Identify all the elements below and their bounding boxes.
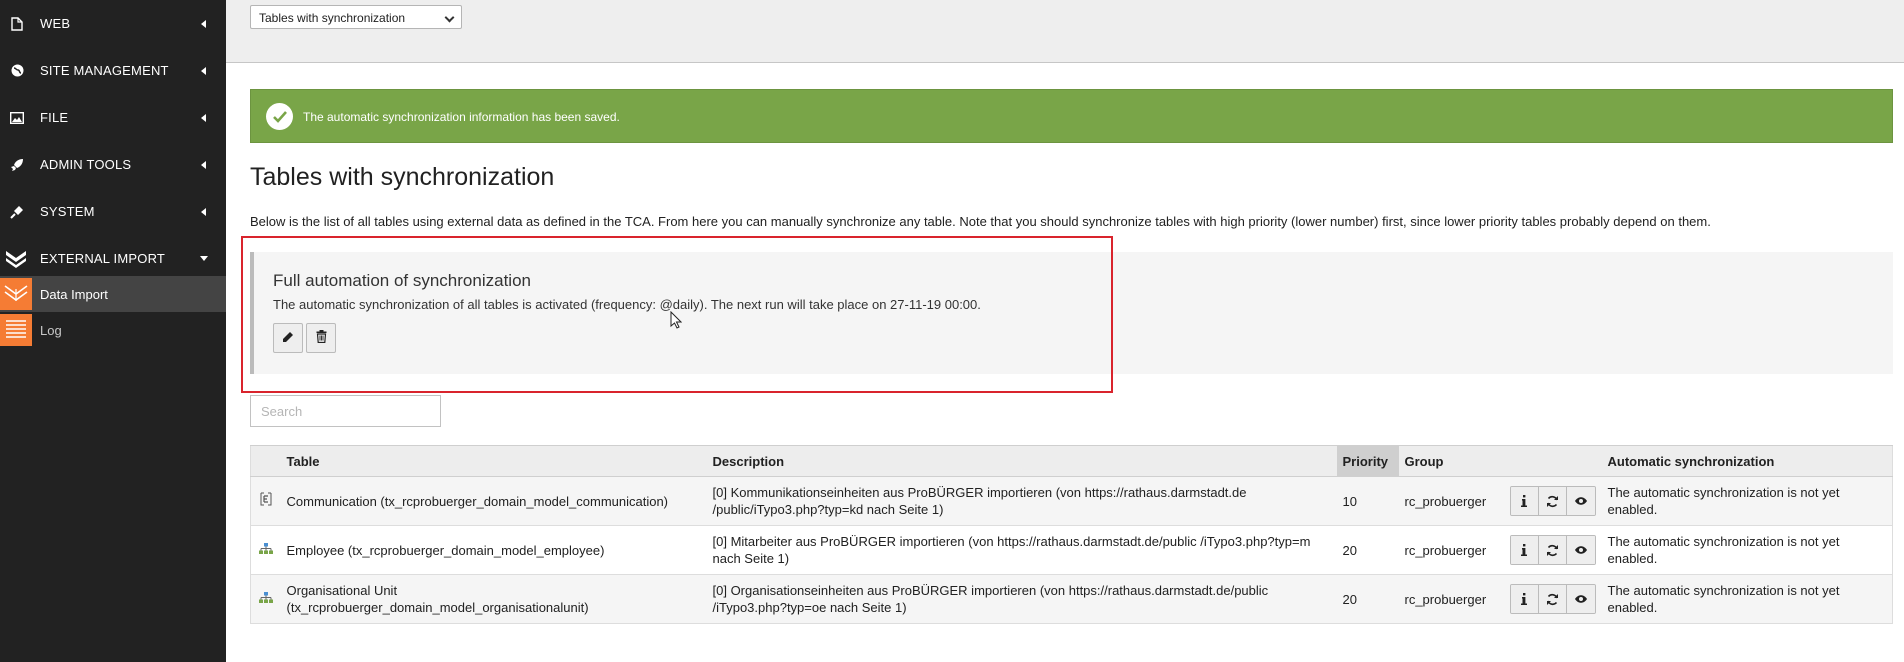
data-import-icon xyxy=(0,278,32,310)
automation-title: Full automation of synchronization xyxy=(273,271,531,290)
icon-column-header xyxy=(250,445,281,477)
intro-text: Below is the list of all tables using ex… xyxy=(250,214,1711,229)
menu-group-site-management[interactable]: SITE MANAGEMENT xyxy=(0,47,226,94)
preview-button[interactable] xyxy=(1566,585,1595,613)
rocket-icon xyxy=(9,157,25,173)
pencil-icon xyxy=(282,331,294,346)
menu-group-label: FILE xyxy=(40,110,69,125)
search-input[interactable] xyxy=(250,395,441,427)
record-icon xyxy=(250,476,281,526)
import-icon xyxy=(5,250,27,268)
auto-sync-status: The automatic synchronization is not yet… xyxy=(1601,574,1893,624)
function-menu-select[interactable]: Tables with synchronization xyxy=(250,5,462,29)
trash-icon xyxy=(316,330,327,346)
table-row: Organisational Unit (tx_rcprobuerger_dom… xyxy=(250,574,1893,624)
menu-item-data-import[interactable]: Data Import xyxy=(0,276,226,312)
check-circle-icon xyxy=(266,103,293,130)
table-header-row: Table Description Priority Group Automat… xyxy=(250,445,1893,477)
menu-item-label: Data Import xyxy=(40,286,108,302)
globe-icon xyxy=(9,63,25,79)
automation-status-text: The automatic synchronization of all tab… xyxy=(273,297,981,312)
menu-group-label: SITE MANAGEMENT xyxy=(40,63,169,78)
table-group: rc_probuerger xyxy=(1398,525,1504,575)
menu-group-file[interactable]: FILE xyxy=(0,94,226,141)
priority-column-header[interactable]: Priority xyxy=(1336,445,1399,477)
chevron-left-icon xyxy=(201,66,206,75)
info-button[interactable] xyxy=(1510,585,1539,613)
menu-group-admin-tools[interactable]: ADMIN TOOLS xyxy=(0,141,226,188)
menu-group-label: WEB xyxy=(40,16,71,31)
table-group: rc_probuerger xyxy=(1398,476,1504,526)
success-flash-message: The automatic synchronization informatio… xyxy=(250,89,1893,143)
table-column-header[interactable]: Table xyxy=(280,445,707,477)
auto-sync-column-header[interactable]: Automatic synchronization xyxy=(1601,445,1893,477)
table-row: Communication (tx_rcprobuerger_domain_mo… xyxy=(250,476,1893,526)
plug-icon xyxy=(9,204,25,220)
mouse-cursor-icon xyxy=(670,310,683,332)
synchronize-button[interactable] xyxy=(1538,487,1567,515)
menu-group-label: ADMIN TOOLS xyxy=(40,157,132,172)
org-icon xyxy=(250,525,281,575)
table-name: Employee (tx_rcprobuerger_domain_model_e… xyxy=(280,525,707,575)
auto-sync-status: The automatic synchronization is not yet… xyxy=(1601,525,1893,575)
chevron-left-icon xyxy=(201,19,206,28)
delete-automation-button[interactable] xyxy=(306,323,336,353)
description-column-header[interactable]: Description xyxy=(706,445,1337,477)
table-description: [0] Kommunikationseinheiten aus ProBÜRGE… xyxy=(706,476,1337,526)
image-icon xyxy=(9,110,25,126)
menu-item-label: Log xyxy=(40,322,62,338)
docheader: Tables with synchronization xyxy=(226,0,1904,63)
edit-automation-button[interactable] xyxy=(273,323,303,353)
menu-item-log[interactable]: Log xyxy=(0,312,226,348)
org-icon xyxy=(250,574,281,624)
chevron-down-icon xyxy=(444,12,455,23)
auto-sync-status: The automatic synchronization is not yet… xyxy=(1601,476,1893,526)
module-menu: WEB SITE MANAGEMENT FILE ADMIN TOOLS SYS… xyxy=(0,0,226,662)
table-priority: 20 xyxy=(1336,525,1399,575)
chevron-left-icon xyxy=(201,160,206,169)
table-description: [0] Organisationseinheiten aus ProBÜRGER… xyxy=(706,574,1337,624)
row-actions xyxy=(1503,476,1602,526)
row-actions xyxy=(1503,525,1602,575)
preview-button[interactable] xyxy=(1566,536,1595,564)
table-group: rc_probuerger xyxy=(1398,574,1504,624)
preview-button[interactable] xyxy=(1566,487,1595,515)
menu-group-web[interactable]: WEB xyxy=(0,0,226,47)
table-name: Organisational Unit (tx_rcprobuerger_dom… xyxy=(280,574,707,624)
table-priority: 10 xyxy=(1336,476,1399,526)
info-button[interactable] xyxy=(1510,487,1539,515)
table-row: Employee (tx_rcprobuerger_domain_model_e… xyxy=(250,525,1893,575)
chevron-down-icon xyxy=(200,256,208,261)
table-priority: 20 xyxy=(1336,574,1399,624)
log-icon xyxy=(0,314,32,346)
chevron-left-icon xyxy=(201,113,206,122)
menu-group-label: SYSTEM xyxy=(40,204,95,219)
group-column-header[interactable]: Group xyxy=(1398,445,1504,477)
menu-group-label: EXTERNAL IMPORT xyxy=(40,251,166,266)
actions-column-header xyxy=(1503,445,1602,477)
tables-list: Table Description Priority Group Automat… xyxy=(250,445,1893,624)
page-title: Tables with synchronization xyxy=(250,163,555,191)
info-button[interactable] xyxy=(1510,536,1539,564)
synchronize-button[interactable] xyxy=(1538,585,1567,613)
menu-group-external-import[interactable]: EXTERNAL IMPORT xyxy=(0,235,226,282)
chevron-left-icon xyxy=(201,207,206,216)
select-value: Tables with synchronization xyxy=(259,11,406,25)
synchronize-button[interactable] xyxy=(1538,536,1567,564)
row-actions xyxy=(1503,574,1602,624)
menu-group-system[interactable]: SYSTEM xyxy=(0,188,226,235)
table-description: [0] Mitarbeiter aus ProBÜRGER importiere… xyxy=(706,525,1337,575)
page-icon xyxy=(9,16,25,32)
flash-message-text: The automatic synchronization informatio… xyxy=(303,110,620,124)
table-name: Communication (tx_rcprobuerger_domain_mo… xyxy=(280,476,707,526)
